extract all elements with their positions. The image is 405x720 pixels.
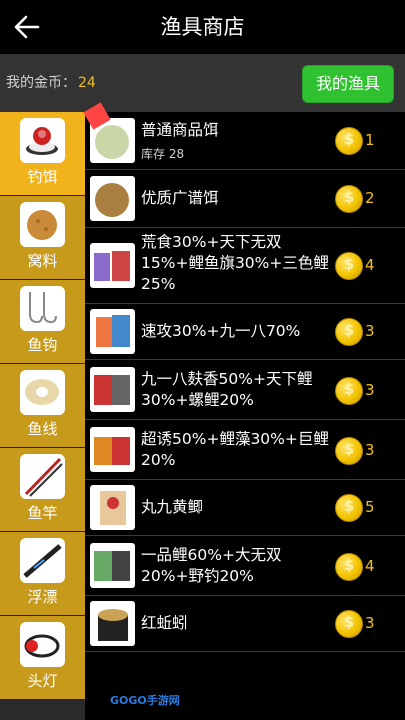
product-list: 普通商品饵 库存 28 $ 1 优质广谱饵 $ 2 荒食30%+天下无双15%+… (83, 102, 405, 720)
product-price: 3 (365, 322, 375, 340)
sidebar-item-bait[interactable]: 钓饵 (0, 112, 85, 196)
sidebar-item-label: 浮漂 (27, 588, 58, 606)
coin-icon: $ (335, 377, 363, 405)
product-image (90, 485, 135, 530)
product-image (90, 427, 135, 472)
headlamp-icon (20, 622, 65, 667)
product-price: 3 (365, 441, 375, 459)
list-item[interactable]: 普通商品饵 库存 28 $ 1 (83, 102, 405, 170)
product-name: 荒食30%+天下无双15%+鲤鱼旗30%+三色鲤25% (141, 233, 329, 293)
list-item[interactable]: 优质广谱饵 $ 2 (85, 170, 405, 228)
product-name: 红蚯蚓 (141, 614, 188, 632)
list-item[interactable]: 丸九黄鲫 $ 5 (85, 480, 405, 536)
coin-balance: 我的金币： 24 (6, 54, 96, 112)
list-item[interactable]: 红蚯蚓 $ 3 (85, 596, 405, 652)
list-item[interactable]: 超诱50%+鲤藻30%+巨鲤20% $ 3 (85, 420, 405, 480)
coin-icon: $ (335, 127, 363, 155)
my-tackle-button[interactable]: 我的渔具 (302, 65, 394, 103)
product-price: 3 (365, 614, 375, 632)
sidebar-item-headlamp[interactable]: 头灯 (0, 616, 85, 700)
product-price: 2 (365, 189, 375, 207)
coin-icon: $ (335, 437, 363, 465)
header-bar: 渔具商店 (0, 0, 405, 54)
coin-icon: $ (335, 318, 363, 346)
product-image (90, 543, 135, 588)
sidebar-item-groundbait[interactable]: 窝料 (0, 196, 85, 280)
sidebar-item-label: 鱼线 (27, 420, 58, 438)
sidebar-item-label: 鱼钩 (27, 336, 58, 354)
coin-bar: 我的金币： 24 我的渔具 (0, 54, 405, 112)
coin-icon: $ (335, 494, 363, 522)
bait-icon (20, 118, 65, 163)
product-price: 4 (365, 557, 375, 575)
coin-value: 24 (78, 75, 96, 91)
page-title: 渔具商店 (160, 15, 245, 39)
product-image (90, 176, 135, 221)
sidebar-item-line[interactable]: 鱼线 (0, 364, 85, 448)
category-sidebar: 钓饵 窝料 鱼钩 鱼线 鱼竿 浮漂 头灯 (0, 112, 85, 720)
product-image (90, 243, 135, 288)
coin-icon: $ (335, 610, 363, 638)
product-name: 丸九黄鲫 (141, 498, 204, 516)
product-name: 一品鲤60%+大无双20%+野钓20% (141, 546, 282, 585)
product-price: 3 (365, 381, 375, 399)
product-price: 1 (365, 131, 375, 149)
product-image (90, 309, 135, 354)
coin-icon: $ (335, 185, 363, 213)
sidebar-item-rod[interactable]: 鱼竿 (0, 448, 85, 532)
sidebar-item-label: 窝料 (27, 252, 58, 270)
list-item[interactable]: 速攻30%+九一八70% $ 3 (85, 304, 405, 360)
list-item[interactable]: 荒食30%+天下无双15%+鲤鱼旗30%+三色鲤25% $ 4 (85, 228, 405, 304)
sidebar-item-label: 钓饵 (27, 168, 58, 186)
sidebar-item-label: 头灯 (27, 672, 58, 690)
product-name: 速攻30%+九一八70% (141, 322, 301, 340)
hook-icon (20, 286, 65, 331)
product-name: 普通商品饵 (141, 121, 219, 139)
sidebar-item-label: 鱼竿 (27, 504, 58, 522)
coin-label: 我的金币： (6, 75, 76, 91)
list-item[interactable]: 一品鲤60%+大无双20%+野钓20% $ 4 (85, 536, 405, 596)
rod-icon (20, 454, 65, 499)
line-icon (20, 370, 65, 415)
product-name: 超诱50%+鲤藻30%+巨鲤20% (141, 430, 329, 469)
float-icon (20, 538, 65, 583)
product-name: 九一八麸香50%+天下鲤30%+螺鲤20% (141, 370, 313, 409)
coin-icon: $ (335, 252, 363, 280)
product-price: 5 (365, 498, 375, 516)
sidebar-item-hook[interactable]: 鱼钩 (0, 280, 85, 364)
product-image (90, 367, 135, 412)
list-item[interactable]: 九一八麸香50%+天下鲤30%+螺鲤20% $ 3 (85, 360, 405, 420)
groundbait-icon (20, 202, 65, 247)
watermark-logo: GOGO手游网 (110, 694, 180, 707)
product-stock: 库存 28 (141, 147, 185, 161)
product-name: 优质广谱饵 (141, 189, 219, 207)
product-image (90, 601, 135, 646)
sidebar-item-float[interactable]: 浮漂 (0, 532, 85, 616)
product-price: 4 (365, 256, 375, 274)
coin-icon: $ (335, 553, 363, 581)
